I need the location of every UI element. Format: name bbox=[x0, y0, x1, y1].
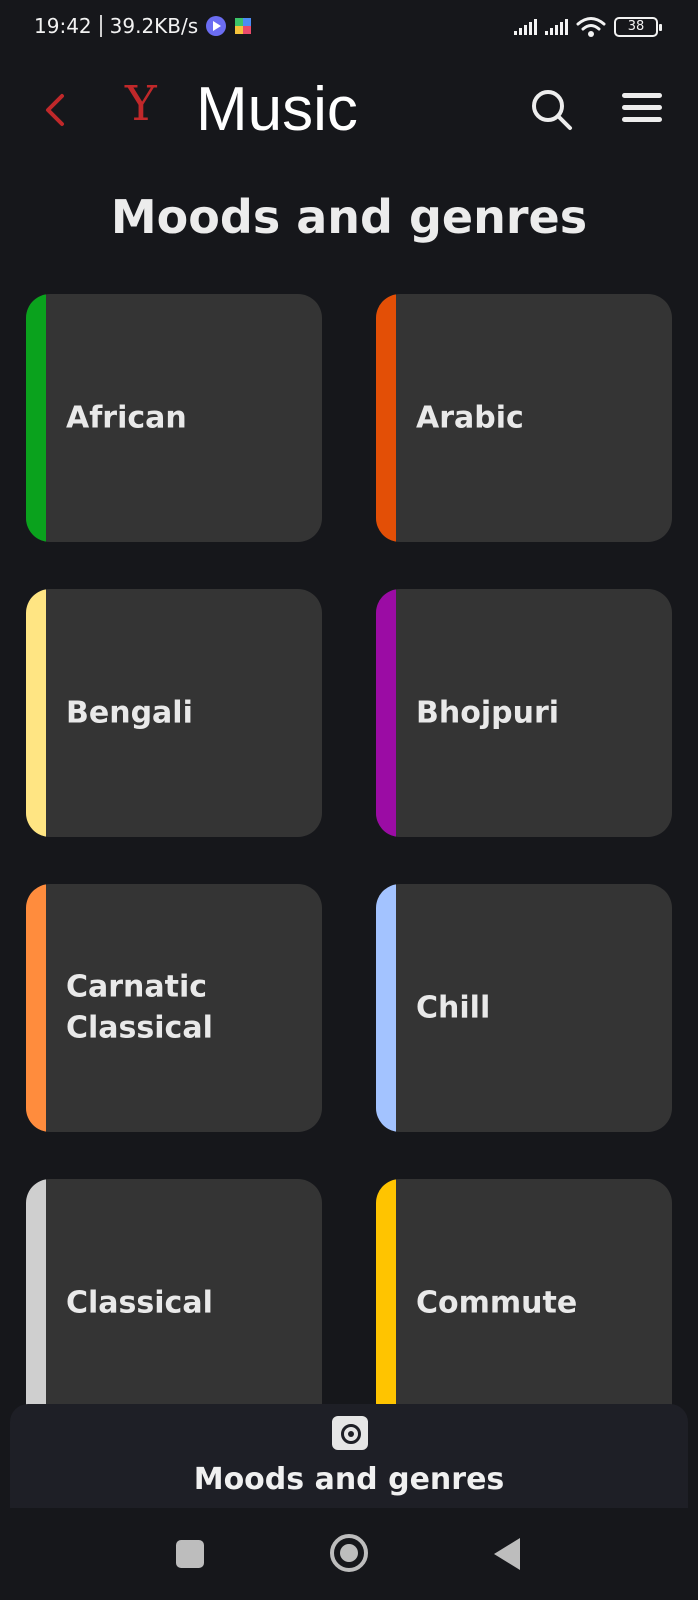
bottom-tab-moods-and-genres[interactable]: Moods and genres bbox=[10, 1404, 688, 1508]
page-title: Moods and genres bbox=[110, 190, 588, 244]
wifi-icon bbox=[576, 17, 606, 37]
genre-accent bbox=[26, 294, 46, 542]
genre-tile-bhojpuri[interactable]: Bhojpuri bbox=[376, 589, 672, 837]
genre-tile-carnatic-classical[interactable]: Carnatic Classical bbox=[26, 884, 322, 1132]
genre-accent bbox=[376, 884, 396, 1132]
genre-accent bbox=[376, 589, 396, 837]
signal-icon-2 bbox=[545, 19, 568, 35]
status-time: 19:42 bbox=[34, 14, 92, 38]
genre-label: Bengali bbox=[66, 695, 193, 731]
home-circle-icon[interactable] bbox=[330, 1534, 368, 1572]
app-header: Y Music bbox=[0, 70, 698, 150]
app-title: Music bbox=[196, 75, 358, 144]
status-right: 38 bbox=[514, 16, 662, 38]
search-icon[interactable] bbox=[528, 86, 574, 132]
genre-label: Carnatic Classical bbox=[66, 969, 213, 1046]
genre-label: Arabic bbox=[416, 400, 524, 436]
status-bar: 19:42 39.2KB/s 38 bbox=[0, 0, 698, 56]
status-separator bbox=[99, 15, 102, 37]
genre-tile-bengali[interactable]: Bengali bbox=[26, 589, 322, 837]
genre-accent bbox=[26, 1179, 46, 1427]
chevron-left-icon[interactable] bbox=[38, 90, 74, 130]
genre-tile-arabic[interactable]: Arabic bbox=[376, 294, 672, 542]
genre-tile-commute[interactable]: Commute bbox=[376, 1179, 672, 1427]
genre-tile-chill[interactable]: Chill bbox=[376, 884, 672, 1132]
genre-label: African bbox=[66, 400, 187, 436]
genre-accent bbox=[26, 589, 46, 837]
status-left: 19:42 39.2KB/s bbox=[34, 14, 252, 38]
genre-label: Bhojpuri bbox=[416, 695, 560, 731]
genre-tile-african[interactable]: African bbox=[26, 294, 322, 542]
status-network-speed: 39.2KB/s bbox=[109, 14, 199, 38]
genre-label: Chill bbox=[416, 990, 491, 1026]
disc-icon bbox=[332, 1416, 368, 1450]
genre-label: Classical bbox=[66, 1285, 213, 1321]
genre-tile-classical[interactable]: Classical bbox=[26, 1179, 322, 1427]
genre-accent bbox=[376, 294, 396, 542]
hamburger-menu-icon[interactable] bbox=[620, 90, 664, 126]
system-navigation-bar bbox=[0, 1508, 698, 1600]
signal-icon bbox=[514, 19, 537, 35]
play-notification-icon bbox=[206, 16, 227, 36]
genre-label: Commute bbox=[416, 1285, 578, 1321]
battery-indicator: 38 bbox=[614, 17, 662, 37]
bottom-tab-label: Moods and genres bbox=[193, 1462, 505, 1497]
genre-accent bbox=[376, 1179, 396, 1427]
genre-accent bbox=[26, 884, 46, 1132]
back-triangle-icon[interactable] bbox=[494, 1538, 520, 1570]
app-logo: Y bbox=[125, 76, 157, 132]
recents-square-icon[interactable] bbox=[176, 1540, 204, 1568]
puzzle-notification-icon bbox=[235, 18, 252, 34]
